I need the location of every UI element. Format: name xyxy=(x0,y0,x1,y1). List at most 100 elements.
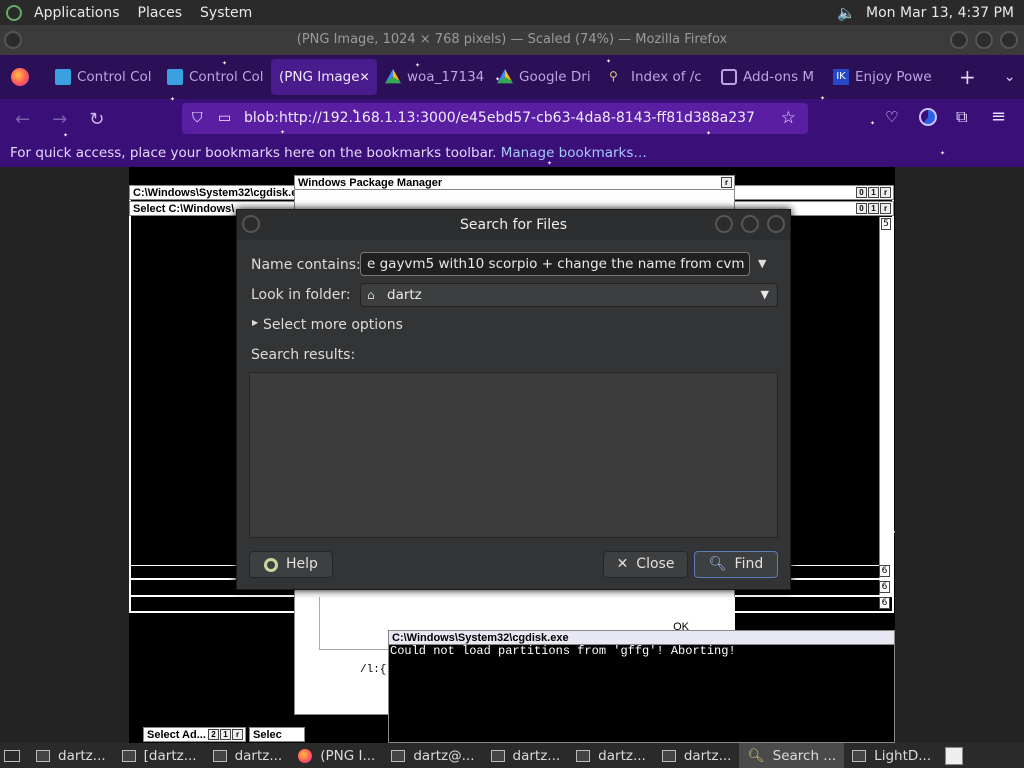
manage-bookmarks-link[interactable]: Manage bookmarks… xyxy=(501,145,647,161)
max-btn[interactable]: 1 xyxy=(220,729,231,740)
taskbar-item[interactable]: dartz... xyxy=(28,743,114,768)
system-menu[interactable]: System xyxy=(200,5,252,21)
dialog-close-button[interactable] xyxy=(767,215,785,233)
close-btn[interactable]: r xyxy=(721,177,732,188)
close-tab-icon[interactable]: ✕ xyxy=(360,70,370,84)
name-contains-label: Name contains: xyxy=(251,257,361,273)
tab-index-of[interactable]: ⚲ Index of /c xyxy=(601,59,713,95)
maximize-btn[interactable]: 1 xyxy=(868,203,879,214)
scroll-button[interactable]: 6 xyxy=(879,565,890,577)
help-button[interactable]: Help xyxy=(249,551,333,578)
list-tabs-icon[interactable]: ⌄ xyxy=(1004,69,1016,85)
show-desktop-icon[interactable] xyxy=(4,749,20,762)
terminal-icon xyxy=(212,749,227,762)
tab-control-1[interactable]: Control Col xyxy=(47,59,159,95)
dialog-menu-button[interactable] xyxy=(242,215,260,233)
dialog-maximize-button[interactable] xyxy=(741,215,759,233)
volume-icon[interactable]: 🔈 xyxy=(837,4,856,22)
close-window-button[interactable] xyxy=(1000,31,1018,49)
trash-icon[interactable] xyxy=(945,746,964,765)
scroll-up-button[interactable]: 5 xyxy=(881,218,891,230)
chevron-down-icon: ▼ xyxy=(760,288,769,301)
tab-png-image[interactable]: (PNG Image ✕ xyxy=(271,59,377,95)
taskbar-item-search[interactable]: 🔍︎ Search ... xyxy=(739,743,845,768)
console-title[interactable]: C:\Windows\System32\cgdisk.exe xyxy=(388,630,895,645)
window-menu-button[interactable] xyxy=(4,31,22,49)
package-manager-title[interactable]: Windows Package Manager r xyxy=(294,175,735,190)
page-icon[interactable]: ▭ xyxy=(218,103,231,134)
tab-label: (PNG Image xyxy=(279,69,360,85)
extensions-icon[interactable]: ⧉ xyxy=(956,107,967,127)
select-more-options[interactable]: Select more options xyxy=(263,317,403,333)
scroll-button[interactable]: 6 xyxy=(879,581,890,593)
search-for-files-dialog: Search for Files Name contains: e gayvm5… xyxy=(236,209,791,590)
terminal-icon xyxy=(490,749,505,762)
close-btn[interactable]: r xyxy=(880,203,891,214)
expander-arrow-icon[interactable]: ▶ xyxy=(252,318,258,327)
window-title: (PNG Image, 1024 × 768 pixels) — Scaled … xyxy=(296,32,728,47)
tab-strip: Control Col Control Col (PNG Image ✕ woa… xyxy=(0,55,1024,99)
clock[interactable]: Mon Mar 13, 4:37 PM xyxy=(866,5,1014,21)
scrollbar[interactable] xyxy=(879,217,892,597)
tab-addons[interactable]: Add-ons M xyxy=(713,59,825,95)
folder-select[interactable]: ⌂ dartz ▼ xyxy=(360,283,778,307)
new-tab-icon[interactable]: + xyxy=(959,65,976,89)
tab-woa[interactable]: woa_17134 xyxy=(377,59,489,95)
applications-menu[interactable]: Applications xyxy=(34,5,120,21)
dialog-minimize-button[interactable] xyxy=(715,215,733,233)
taskbar-item[interactable]: dartz@... xyxy=(383,743,482,768)
close-icon: ✕ xyxy=(616,556,629,572)
search-results-list[interactable] xyxy=(249,372,778,538)
maximize-button[interactable] xyxy=(975,31,993,49)
account-icon[interactable] xyxy=(919,108,937,126)
find-button[interactable]: 🔍︎ Find xyxy=(694,551,778,578)
taskbar-item[interactable]: (PNG I... xyxy=(290,743,383,768)
gnome-logo-icon[interactable] xyxy=(6,4,22,21)
terminal-icon xyxy=(36,749,50,762)
reload-icon[interactable]: ↻ xyxy=(89,109,104,130)
window-icon xyxy=(852,749,867,762)
minimize-btn[interactable]: 0 xyxy=(856,187,867,198)
menu-icon[interactable]: ≡ xyxy=(991,106,1006,127)
tab-label: Google Dri xyxy=(519,69,591,85)
min-btn[interactable]: 2 xyxy=(208,729,219,740)
close-btn[interactable]: r xyxy=(232,729,243,740)
monitor-icon xyxy=(55,69,71,85)
firefox-icon xyxy=(298,748,313,763)
taskbar-item[interactable]: LightD... xyxy=(844,743,939,768)
close-button[interactable]: ✕ Close xyxy=(603,551,688,578)
pocket-icon[interactable]: ♡ xyxy=(885,108,898,126)
select-window-mini[interactable]: Selec xyxy=(249,727,305,742)
tab-control-2[interactable]: Control Col xyxy=(159,59,271,95)
tab-label: Control Col xyxy=(189,69,264,85)
tab-label: Index of /c xyxy=(631,69,702,85)
taskbar-item[interactable]: [dartz... xyxy=(114,743,205,768)
minimize-button[interactable] xyxy=(950,31,968,49)
places-menu[interactable]: Places xyxy=(138,5,183,21)
forward-icon[interactable]: → xyxy=(52,109,67,130)
history-dropdown-icon[interactable]: ▼ xyxy=(758,257,766,270)
taskbar-item[interactable]: dartz... xyxy=(205,743,291,768)
url-text[interactable]: blob:http://192.168.1.13:3000/e45ebd57-c… xyxy=(244,110,755,126)
tab-label: Add-ons M xyxy=(743,69,815,85)
tab-google-drive[interactable]: Google Dri xyxy=(489,59,601,95)
close-btn[interactable]: r xyxy=(880,187,891,198)
firefox-view-icon[interactable] xyxy=(11,68,29,86)
tab-enjoy[interactable]: IK Enjoy Powe xyxy=(825,59,937,95)
top-panel: Applications Places System 🔈 Mon Mar 13,… xyxy=(0,0,1024,25)
taskbar-item[interactable]: dartz... xyxy=(483,743,569,768)
select-addon-window[interactable]: Select Ad... 2 1 r xyxy=(143,727,246,742)
bookmark-star-icon[interactable]: ☆ xyxy=(781,103,796,134)
scroll-button[interactable]: 6 xyxy=(879,597,890,609)
url-bar[interactable]: ⛉ ▭ blob:http://192.168.1.13:3000/e45ebd… xyxy=(182,103,808,134)
back-icon[interactable]: ← xyxy=(15,109,30,130)
search-icon: 🔍︎ xyxy=(747,747,765,764)
taskbar-item[interactable]: dartz... xyxy=(654,743,740,768)
maximize-btn[interactable]: 1 xyxy=(868,187,879,198)
taskbar-item[interactable]: dartz... xyxy=(568,743,654,768)
tab-label: woa_17134 xyxy=(407,69,485,85)
name-contains-input[interactable]: e gayvm5 with10 scorpio + change the nam… xyxy=(360,252,750,276)
minimize-btn[interactable]: 0 xyxy=(856,203,867,214)
shield-icon[interactable]: ⛉ xyxy=(192,103,203,134)
bookmarks-hint: For quick access, place your bookmarks h… xyxy=(10,145,497,161)
